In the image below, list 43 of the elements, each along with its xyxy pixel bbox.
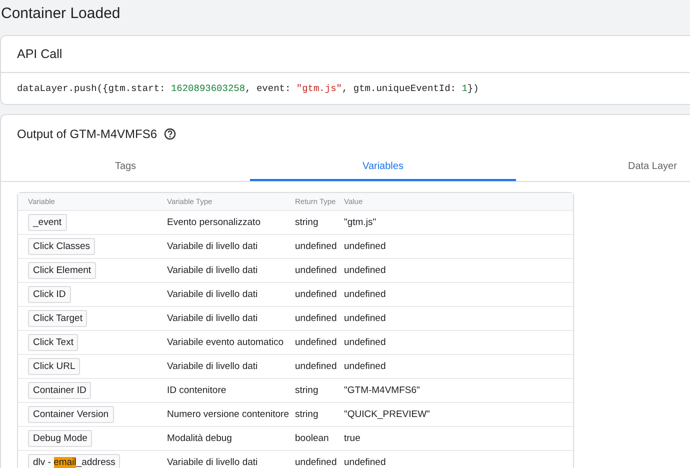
table-cell-text: string [294, 217, 320, 228]
variable-chip: Click Target [28, 310, 88, 327]
tab[interactable]: Tags [1, 151, 250, 181]
table-cell-text: Variabile di livello dati [166, 457, 259, 468]
table-cell-text: Modalità debug [166, 433, 233, 444]
tab[interactable]: Data Layer [516, 151, 690, 181]
table-cell-text: Variabile di livello dati [166, 265, 259, 276]
table-cell-text: undefined [294, 265, 334, 276]
variable-chip: Click URL [28, 358, 80, 375]
variable-chip: Click Text [28, 334, 78, 351]
table-cell-text: Variabile di livello dati [166, 289, 259, 300]
table-cell-text: undefined [294, 361, 334, 372]
table-cell-text: Variabile di livello dati [166, 361, 259, 372]
variable-chip: Click ID [28, 286, 71, 303]
table-cell-text: Evento personalizzato [166, 217, 262, 228]
table-cell-text: undefined [294, 457, 334, 468]
table-cell-text: undefined [294, 241, 334, 252]
table-cell-text: "gtm.js" [343, 217, 378, 228]
variable-chip: Container ID [28, 382, 92, 399]
table-cell-text: string [294, 385, 320, 396]
variable-chip: Click Classes [28, 238, 96, 255]
variable-chip: Click Element [28, 262, 96, 279]
card-title: Output of GTM-M4VMFS6 [17, 127, 158, 141]
page-title: Container Loaded [0, 4, 122, 24]
variable-chip: dlv - email_address [28, 454, 120, 468]
table-cell-text: true [343, 433, 362, 444]
table-cell-text: undefined [294, 313, 334, 324]
table-cell-text: undefined [294, 337, 334, 348]
variable-chip: _event [28, 214, 67, 231]
table-cell-text: "QUICK_PREVIEW" [343, 409, 431, 420]
table-cell-text: ID contenitore [166, 385, 228, 396]
variable-chip: Debug Mode [28, 430, 92, 447]
table-cell-text: Variabile evento automatico [166, 337, 285, 348]
card-title: API Call [1, 36, 690, 73]
table-cell-text: undefined [294, 289, 334, 300]
code-line: dataLayer.push({gtm.start: 1620893603258, event: "gtm.js", gtm.uniqueEventId: 1}) [16, 82, 480, 96]
variable-chip: Container Version [28, 406, 114, 423]
table-cell-text: Variabile di livello dati [166, 313, 259, 324]
table-cell-text: "GTM-M4VMFS6" [343, 385, 421, 396]
help-icon[interactable] [164, 128, 176, 140]
table-cell-text: Variabile di livello dati [166, 241, 259, 252]
tab[interactable]: Variables [250, 151, 516, 181]
table-cell-text: boolean [294, 433, 330, 444]
